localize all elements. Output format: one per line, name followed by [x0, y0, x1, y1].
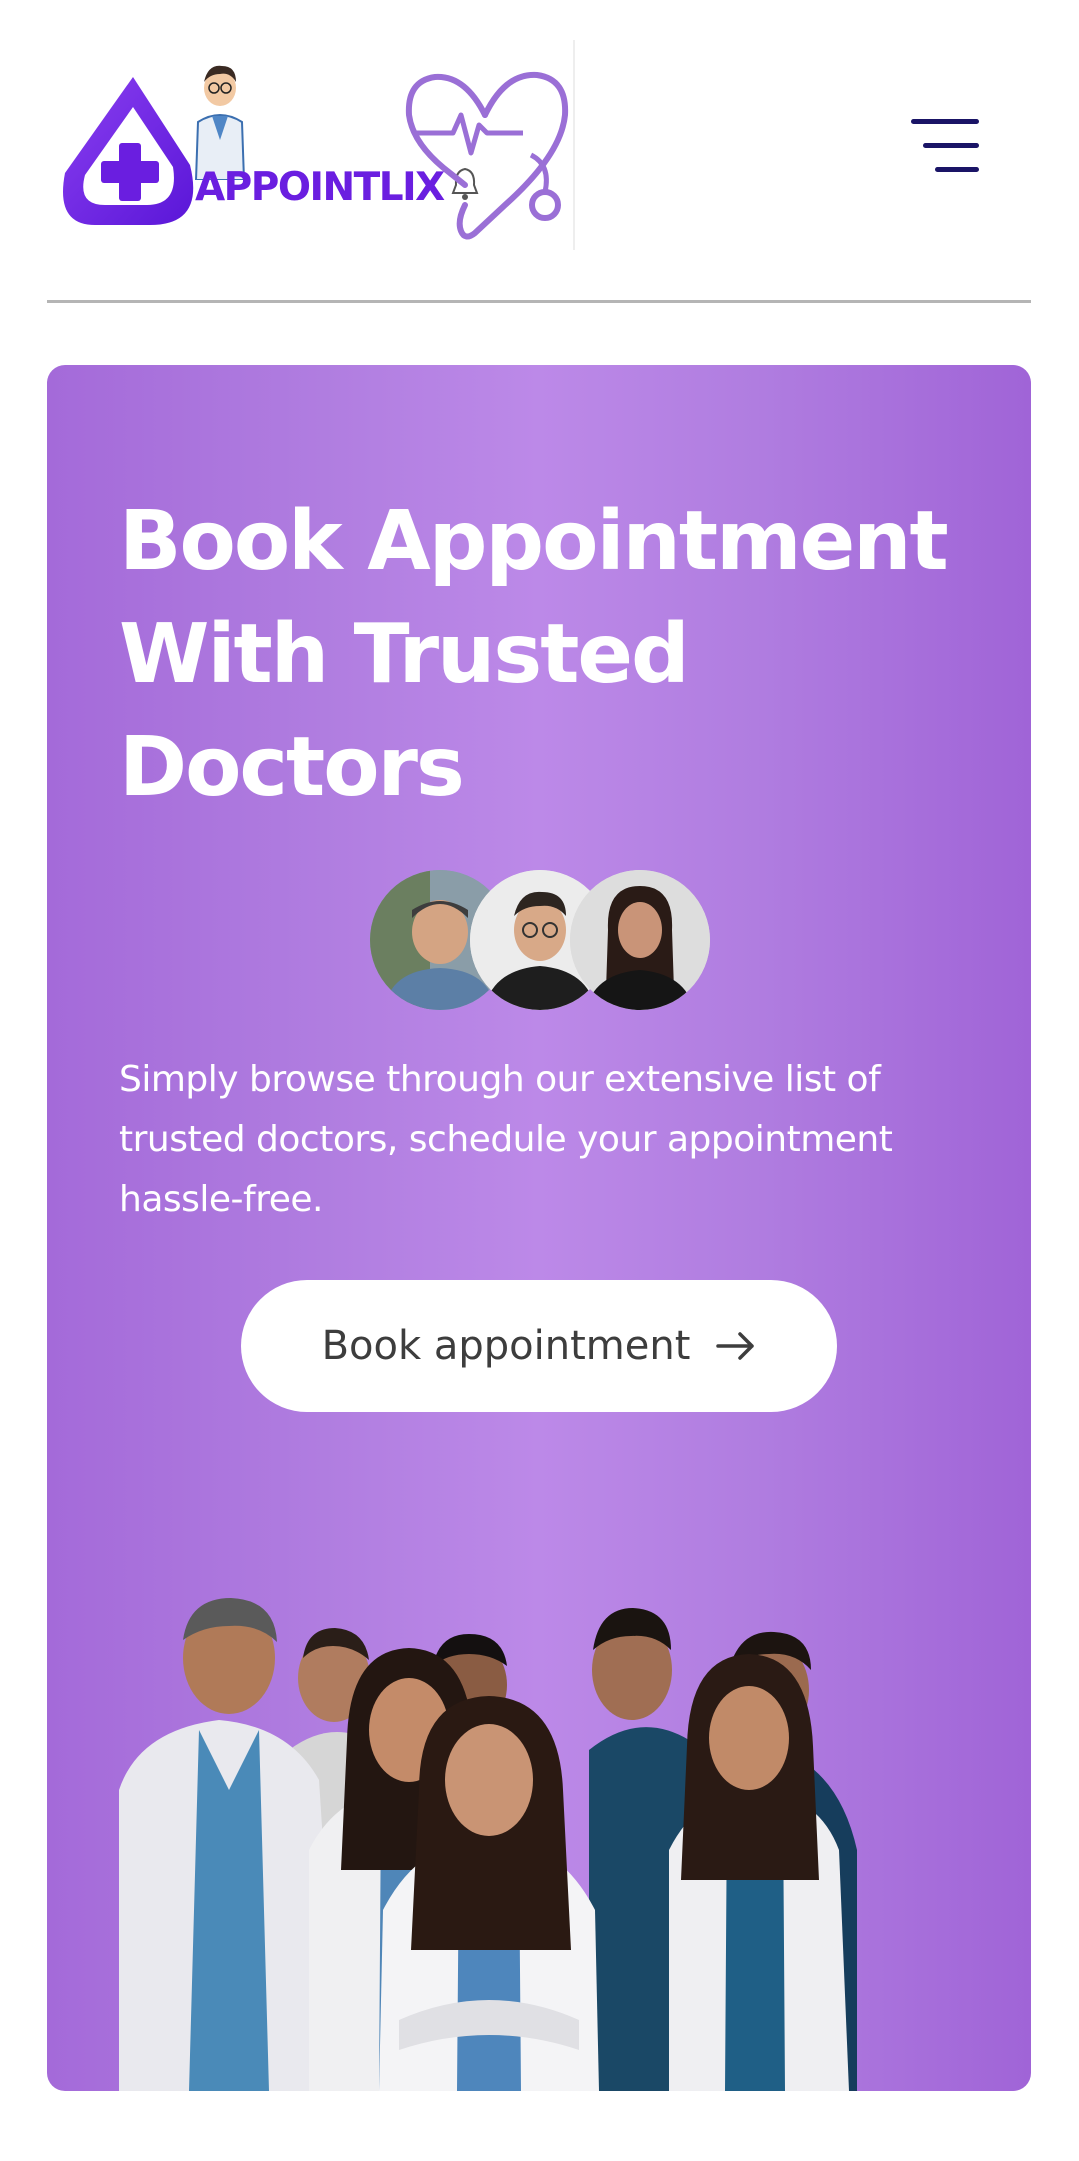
heart-stethoscope-icon [405, 71, 569, 240]
brand-logo[interactable]: APPOINTLIX [55, 55, 575, 255]
site-header: APPOINTLIX [0, 0, 1079, 303]
doctor-avatars [370, 870, 710, 1014]
hero-description: Simply browse through our extensive list… [119, 1059, 893, 1220]
doctor-avatar-3 [570, 870, 710, 1010]
book-appointment-button[interactable]: Book appointment [241, 1280, 837, 1412]
hero-title-line: Book Appointment [119, 494, 949, 589]
doctors-team-photo [119, 1550, 959, 2091]
hero-title-line: Doctors [119, 720, 465, 815]
hamburger-menu-icon [911, 119, 979, 172]
book-appointment-label: Book appointment [321, 1323, 691, 1369]
hero-title-line: With Trusted [119, 607, 690, 702]
menu-button[interactable] [905, 115, 985, 177]
hero-banner: Book Appointment With Trusted Doctors Si… [47, 365, 1031, 2091]
hero-title: Book Appointment With Trusted Doctors [119, 485, 959, 824]
logo-divider [573, 40, 575, 250]
header-divider [47, 300, 1031, 303]
doctor-mascot-icon [194, 65, 246, 180]
arrow-right-icon [716, 1332, 755, 1360]
